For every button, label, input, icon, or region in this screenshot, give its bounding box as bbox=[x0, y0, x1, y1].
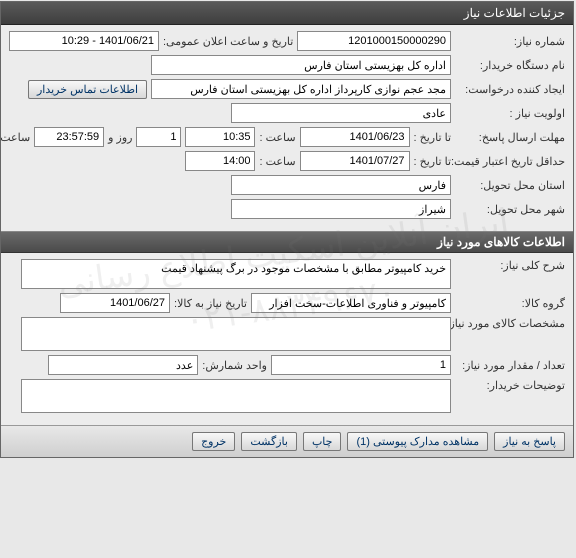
announce-label: تاریخ و ساعت اعلان عمومی: bbox=[164, 35, 294, 48]
province-field[interactable] bbox=[232, 175, 452, 195]
window-title: جزئیات اطلاعات نیاز bbox=[465, 6, 566, 20]
price-validity-time-label: ساعت : bbox=[260, 155, 296, 168]
province-label: استان محل تحویل: bbox=[456, 179, 566, 192]
deadline-time-label: ساعت : bbox=[260, 131, 296, 144]
priority-label: اولویت نیاز : bbox=[456, 107, 566, 120]
exit-button[interactable]: خروج bbox=[193, 432, 236, 451]
price-validity-time-field[interactable] bbox=[186, 151, 256, 171]
buyer-field[interactable] bbox=[152, 55, 452, 75]
section-need-info: شماره نیاز: تاریخ و ساعت اعلان عمومی: نا… bbox=[2, 25, 574, 231]
group-field[interactable] bbox=[252, 293, 452, 313]
section-goods: شرح کلی نیاز: گروه کالا: تاریخ نیاز به ک… bbox=[2, 253, 574, 425]
need-no-field[interactable] bbox=[298, 31, 452, 51]
section-goods-header: اطلاعات کالاهای مورد نیاز bbox=[2, 231, 574, 253]
deadline-time-field[interactable] bbox=[186, 127, 256, 147]
unit-field[interactable] bbox=[49, 355, 199, 375]
buyer-label: نام دستگاه خریدار: bbox=[456, 59, 566, 72]
qty-label: تعداد / مقدار مورد نیاز: bbox=[456, 359, 566, 372]
price-validity-date-field[interactable] bbox=[301, 151, 411, 171]
main-window: جزئیات اطلاعات نیاز شماره نیاز: تاریخ و … bbox=[1, 1, 575, 458]
footer-toolbar: پاسخ به نیاز مشاهده مدارک پیوستی (1) چاپ… bbox=[2, 425, 574, 457]
city-field[interactable] bbox=[232, 199, 452, 219]
need-date-field[interactable] bbox=[61, 293, 171, 313]
unit-label: واحد شمارش: bbox=[203, 359, 268, 372]
remaining-label: ساعت باقی مانده bbox=[0, 131, 31, 144]
buyer-notes-label: توضیحات خریدار: bbox=[456, 379, 566, 392]
desc-field[interactable] bbox=[22, 259, 452, 289]
print-button[interactable]: چاپ bbox=[304, 432, 343, 451]
priority-field[interactable] bbox=[232, 103, 452, 123]
buyer-contact-button[interactable]: اطلاعات تماس خریدار bbox=[29, 80, 148, 99]
section-goods-title: اطلاعات کالاهای مورد نیاز bbox=[438, 235, 566, 249]
desc-label: شرح کلی نیاز: bbox=[456, 259, 566, 272]
remaining-time-field[interactable] bbox=[35, 127, 105, 147]
back-button[interactable]: بازگشت bbox=[242, 432, 298, 451]
spec-label: مشخصات کالای مورد نیاز: bbox=[456, 317, 566, 330]
attachments-button[interactable]: مشاهده مدارک پیوستی (1) bbox=[348, 432, 489, 451]
window-titlebar: جزئیات اطلاعات نیاز bbox=[2, 2, 574, 25]
to-date-label: تا تاریخ : bbox=[415, 131, 452, 144]
deadline-label: مهلت ارسال پاسخ: bbox=[456, 131, 566, 144]
requester-field[interactable] bbox=[152, 79, 452, 99]
group-label: گروه کالا: bbox=[456, 297, 566, 310]
respond-button[interactable]: پاسخ به نیاز bbox=[495, 432, 566, 451]
qty-field[interactable] bbox=[272, 355, 452, 375]
days-and-label: روز و bbox=[109, 131, 133, 144]
need-date-label: تاریخ نیاز به کالا: bbox=[175, 297, 248, 310]
city-label: شهر محل تحویل: bbox=[456, 203, 566, 216]
announce-field[interactable] bbox=[10, 31, 160, 51]
spec-field[interactable] bbox=[22, 317, 452, 351]
need-no-label: شماره نیاز: bbox=[456, 35, 566, 48]
requester-label: ایجاد کننده درخواست: bbox=[456, 83, 566, 96]
price-validity-label: حداقل تاریخ اعتبار قیمت: bbox=[456, 155, 566, 168]
buyer-notes-field[interactable] bbox=[22, 379, 452, 413]
deadline-date-field[interactable] bbox=[301, 127, 411, 147]
to-date-label-2: تا تاریخ : bbox=[415, 155, 452, 168]
days-count-field[interactable] bbox=[137, 127, 182, 147]
